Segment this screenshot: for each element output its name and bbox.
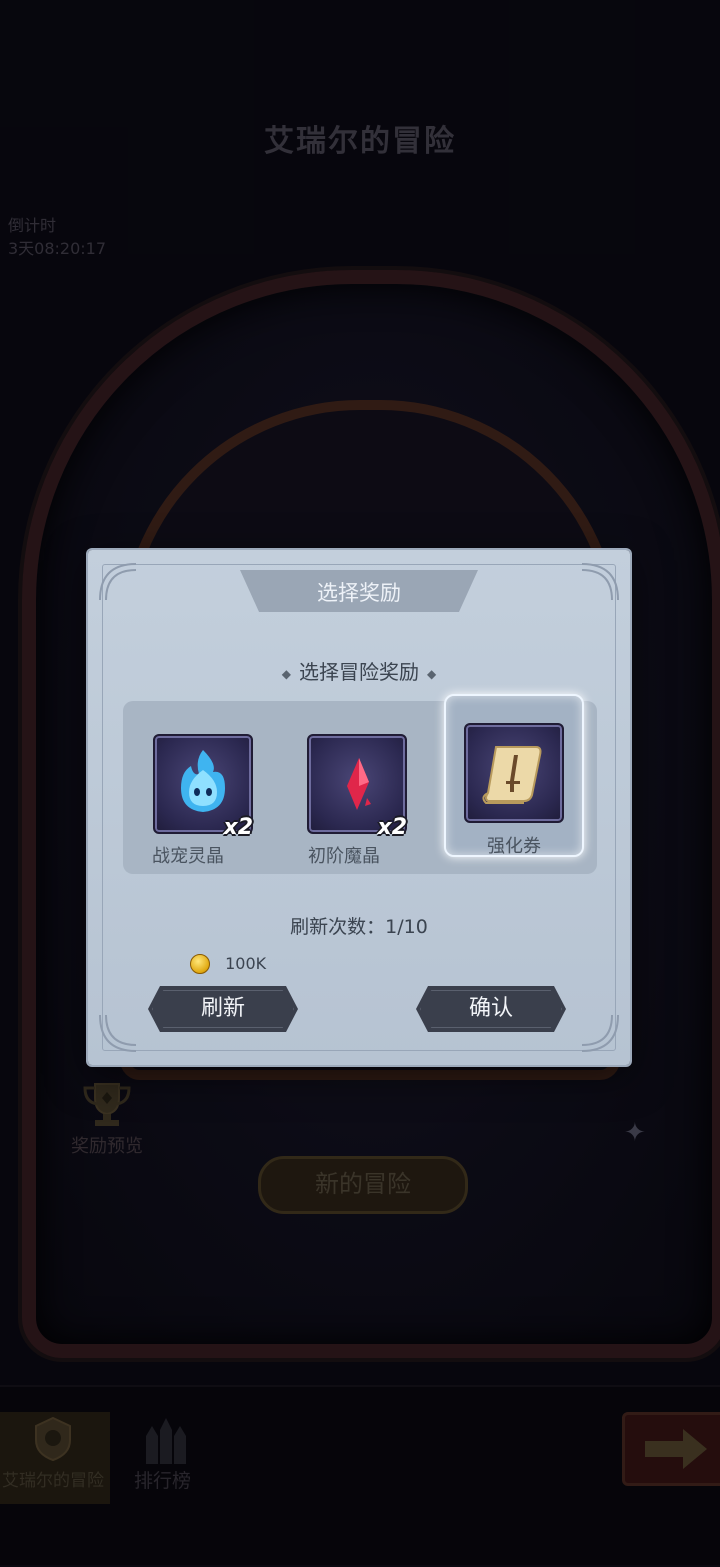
confirm-button[interactable]: 确认 <box>416 986 566 1032</box>
gold-coin-icon <box>190 953 210 974</box>
dialog-subtitle: ◆ 选择冒险奖励 ◆ <box>88 656 630 685</box>
item-frame: x2 <box>153 734 253 840</box>
rewards-panel: x2 战宠灵晶 x2 初阶魔晶 强化券 <box>123 694 597 874</box>
item-label: 战宠灵晶 <box>152 846 224 867</box>
refresh-cost-value: 100K <box>225 954 267 973</box>
refresh-cost: 100K <box>190 953 266 977</box>
diamond-bullet-icon: ◆ <box>281 666 291 681</box>
item-frame <box>464 723 564 823</box>
dialog-title: 选择奖励 <box>317 581 401 605</box>
reward-option-enhance-coupon[interactable]: 强化券 <box>444 694 584 857</box>
confirm-button-label: 确认 <box>468 996 513 1021</box>
corner-ornament-icon <box>99 563 137 601</box>
item-frame: x2 <box>307 734 407 840</box>
refresh-button[interactable]: 刷新 <box>148 986 298 1032</box>
item-count: x2 <box>223 815 254 840</box>
dialog-subtitle-text: 选择冒险奖励 <box>299 660 419 684</box>
scroll-sword-icon <box>482 746 542 804</box>
refresh-button-label: 刷新 <box>200 996 245 1021</box>
corner-ornament-icon <box>581 563 619 601</box>
item-count: x2 <box>377 815 408 840</box>
corner-ornament-icon <box>99 1014 137 1052</box>
reward-option-magic-crystal[interactable]: x2 初阶魔晶 <box>279 701 409 874</box>
diamond-bullet-icon: ◆ <box>427 666 437 681</box>
item-label: 强化券 <box>487 836 541 857</box>
item-label: 初阶魔晶 <box>308 846 380 867</box>
refresh-count-label: 刷新次数：1/10 <box>290 916 428 938</box>
corner-ornament-icon <box>581 1014 619 1052</box>
reward-option-pet-crystal[interactable]: x2 战宠灵晶 <box>123 701 253 874</box>
select-reward-dialog: 选择奖励 ◆ 选择冒险奖励 ◆ x2 战宠灵晶 x2 初阶魔晶 强化券 刷新次数… <box>88 550 630 1065</box>
